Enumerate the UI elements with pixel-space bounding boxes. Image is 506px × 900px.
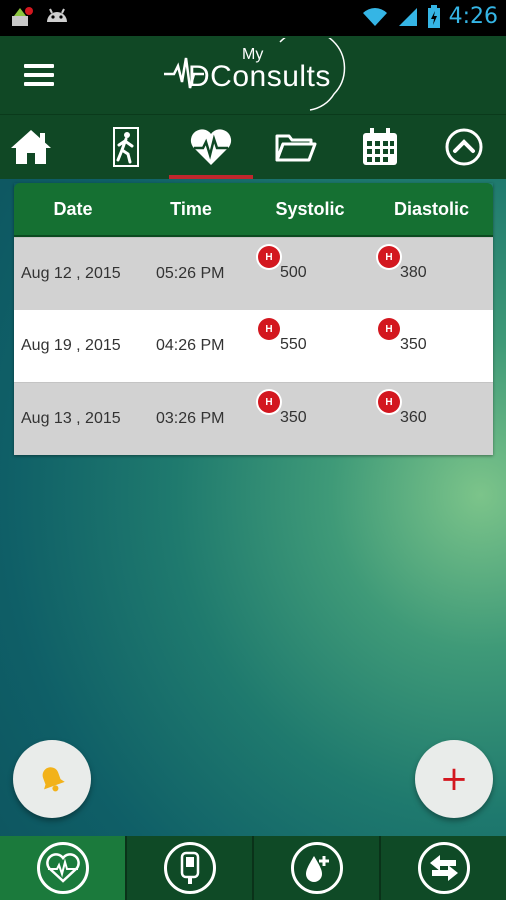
high-badge: H: [258, 318, 280, 340]
row-systolic: H 550: [250, 310, 370, 382]
row-date: Aug 12 , 2015: [21, 265, 121, 282]
tab-blood-drop[interactable]: [254, 836, 381, 900]
bottom-tab-bar: [0, 836, 506, 900]
menu-bar: [24, 82, 54, 86]
folder-icon: [275, 134, 317, 162]
menu-bar: [24, 64, 54, 68]
high-badge: H: [378, 246, 400, 268]
battery-icon: [427, 4, 440, 28]
table-row[interactable]: Aug 13 , 2015 03:26 PM H 350 H 360: [14, 382, 493, 455]
systolic-value: 500: [280, 264, 307, 281]
notification-icon: [12, 7, 33, 26]
tab-icon-ring: [417, 842, 470, 894]
high-badge: H: [378, 318, 400, 340]
high-badge: H: [258, 391, 280, 413]
row-diastolic: H 360: [370, 383, 493, 455]
nav-activity[interactable]: [84, 115, 168, 179]
row-systolic: H 500: [250, 238, 370, 310]
blood-pressure-table: Date Time Systolic Diastolic Aug 12 , 20…: [14, 183, 493, 455]
app-logo: My DConsults: [160, 38, 360, 112]
row-date: Aug 13 , 2015: [21, 410, 121, 427]
diastolic-value: 380: [400, 264, 427, 281]
calendar-icon: [363, 128, 397, 165]
app-header: My DConsults: [0, 36, 506, 114]
glucose-meter-icon: [180, 851, 199, 884]
row-diastolic: H 380: [370, 238, 493, 310]
signal-icon: [398, 7, 417, 26]
nav-records[interactable]: [254, 115, 338, 179]
systolic-value: 550: [280, 336, 307, 353]
tab-glucose[interactable]: [127, 836, 254, 900]
swap-arrows-icon: [429, 855, 458, 881]
row-time: 04:26 PM: [156, 337, 225, 354]
header-diastolic: Diastolic: [393, 198, 470, 219]
row-time: 03:26 PM: [156, 410, 225, 427]
high-badge: H: [258, 246, 280, 268]
wifi-icon: [362, 7, 387, 26]
menu-button[interactable]: [24, 64, 54, 86]
tab-sync[interactable]: [381, 836, 506, 900]
walking-man-icon: [113, 127, 139, 167]
heart-pulse-icon: [45, 853, 80, 883]
status-bar: 4:26: [0, 0, 506, 36]
table-header: Date Time Systolic Diastolic: [14, 183, 493, 237]
row-systolic: H 350: [250, 383, 370, 455]
diastolic-value: 360: [400, 409, 427, 426]
table-row[interactable]: Aug 12 , 2015 05:26 PM H 500 H 380: [14, 237, 493, 310]
header-time: Time: [170, 198, 212, 219]
row-date: Aug 19 , 2015: [21, 337, 121, 354]
android-icon: [47, 8, 67, 22]
status-clock: 4:26: [448, 4, 498, 29]
plus-icon: +: [439, 759, 469, 799]
add-reading-button[interactable]: +: [415, 740, 493, 818]
chevron-up-circle-icon: [445, 128, 483, 166]
logo-main-text: DConsults: [188, 60, 331, 93]
heart-pulse-icon: [190, 129, 232, 165]
tab-blood-pressure[interactable]: [0, 836, 127, 900]
nav-calendar[interactable]: [338, 115, 422, 179]
high-badge: H: [378, 391, 400, 413]
nav-collapse[interactable]: [422, 115, 506, 179]
blood-drop-plus-icon: [305, 856, 329, 882]
top-nav: [0, 114, 506, 179]
nav-vitals[interactable]: [169, 115, 253, 179]
row-diastolic: H 350: [370, 310, 493, 382]
diastolic-value: 350: [400, 336, 427, 353]
tab-icon-ring: [290, 842, 343, 894]
home-icon: [11, 130, 51, 164]
tab-icon-ring: [163, 842, 216, 894]
systolic-value: 350: [280, 409, 307, 426]
bell-icon: [42, 767, 65, 792]
row-time: 05:26 PM: [156, 265, 225, 282]
header-systolic: Systolic: [275, 198, 345, 219]
nav-home[interactable]: [0, 115, 73, 179]
table-row[interactable]: Aug 19 , 2015 04:26 PM H 550 H 350: [14, 310, 493, 382]
tab-icon-ring: [36, 842, 89, 894]
reminder-button[interactable]: [13, 740, 91, 818]
menu-bar: [24, 73, 54, 77]
header-date: Date: [53, 198, 93, 219]
